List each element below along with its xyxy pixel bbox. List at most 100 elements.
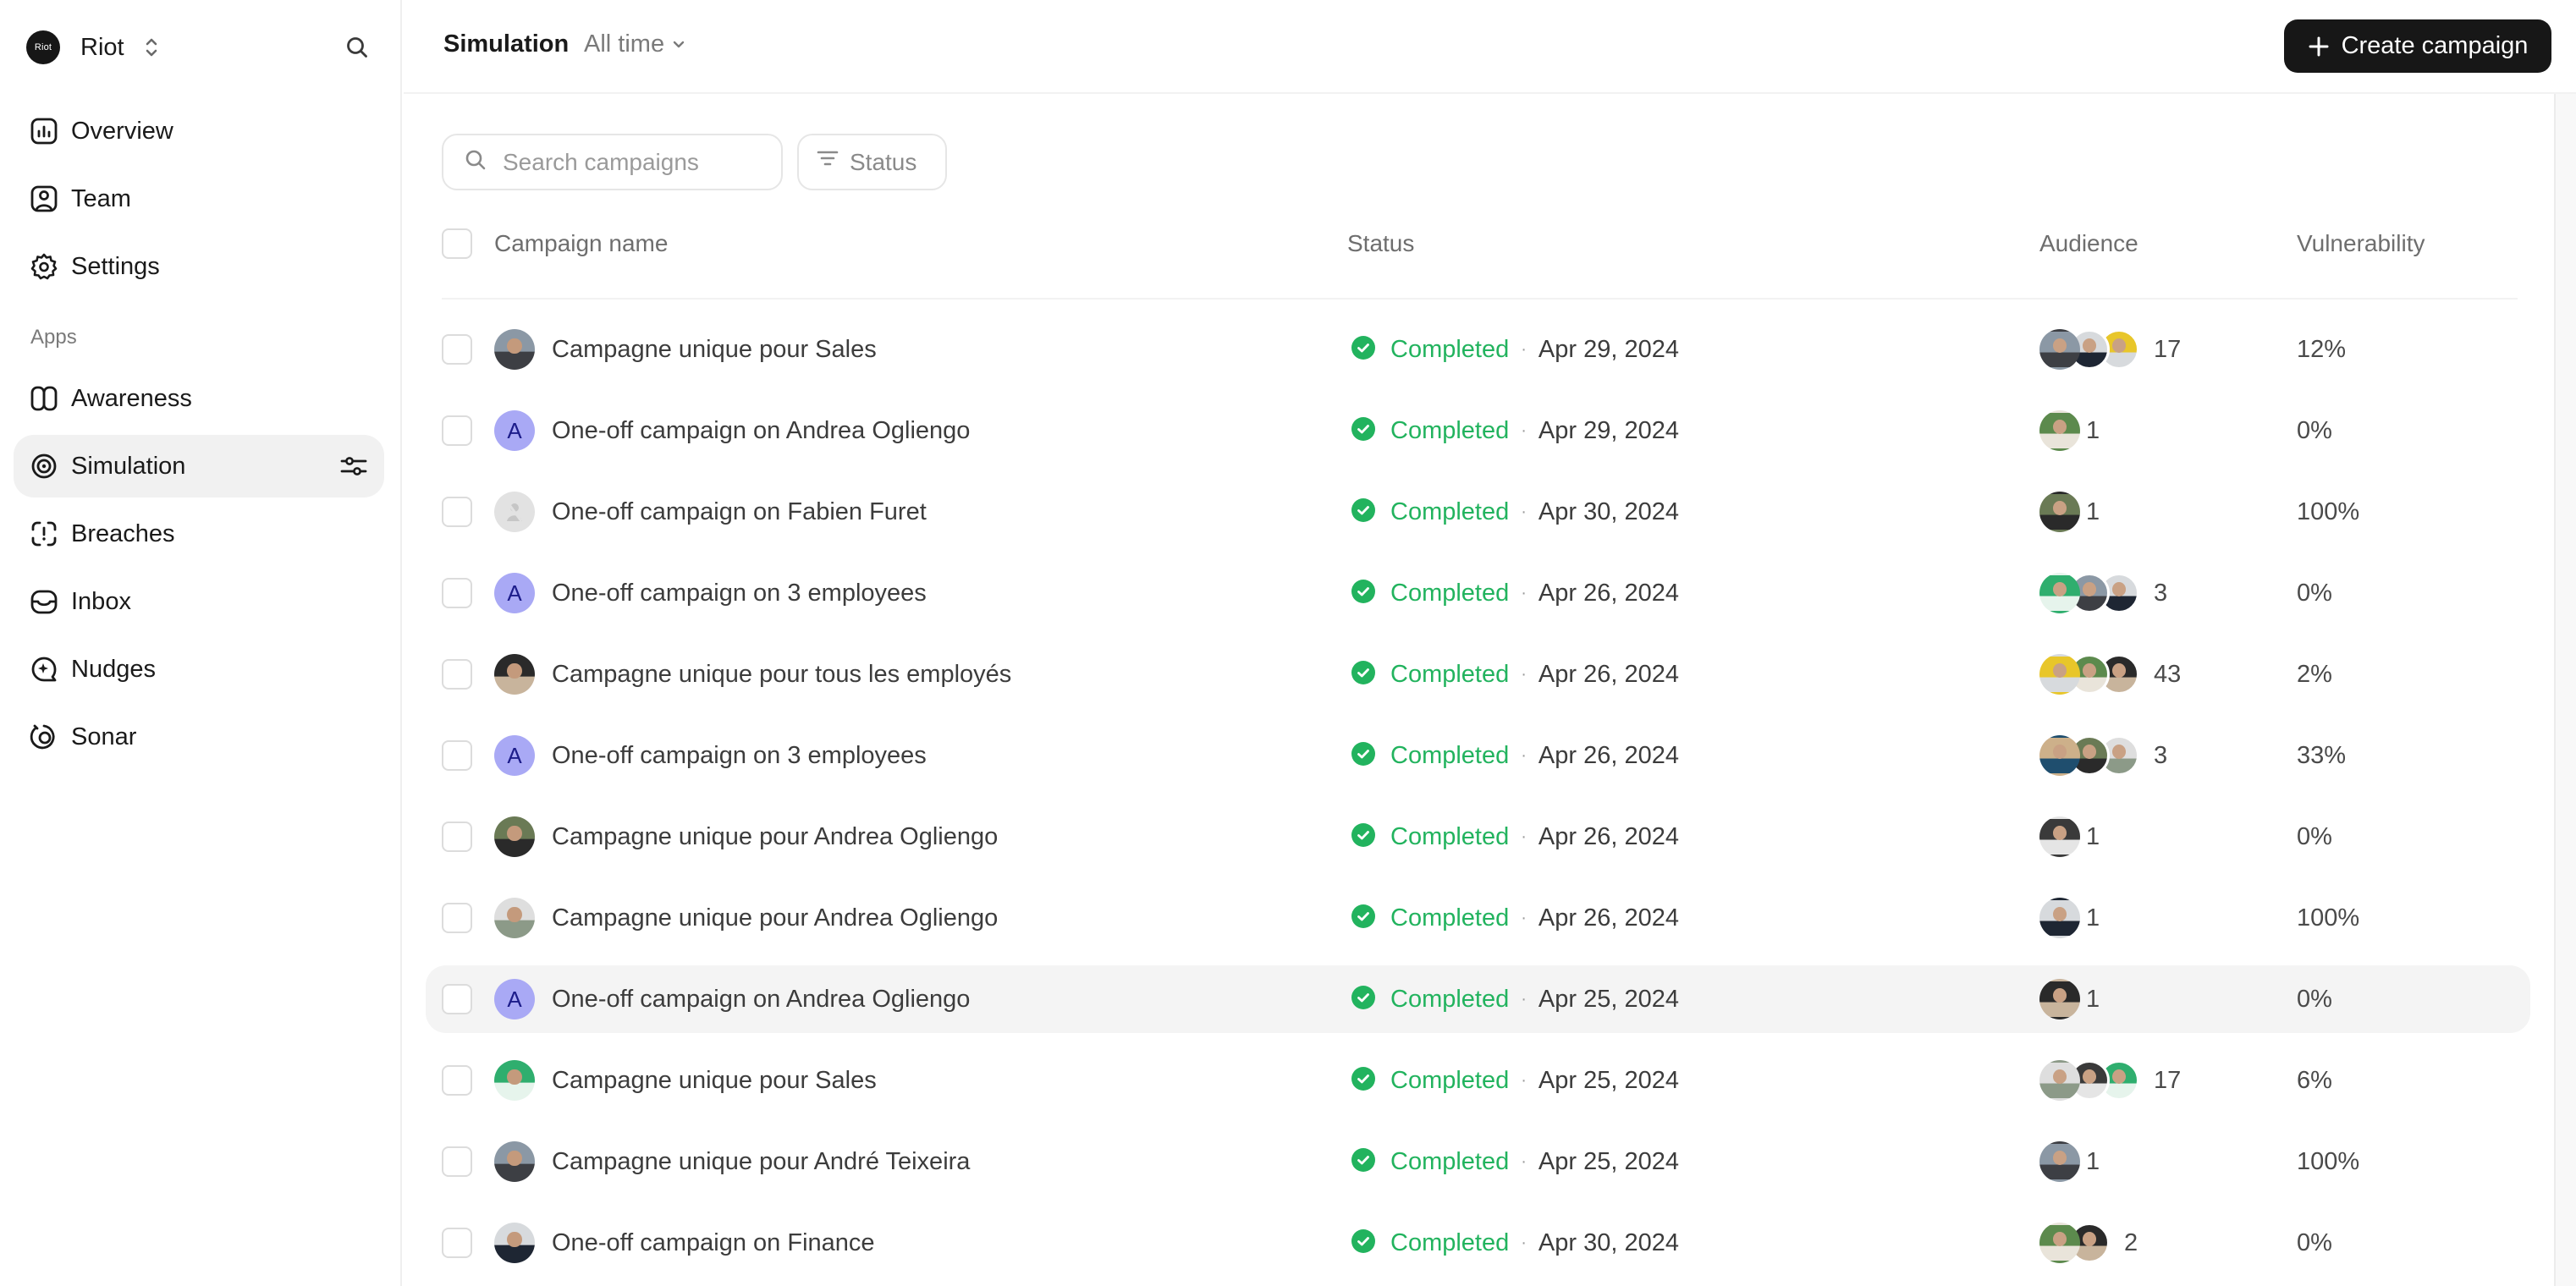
row-checkbox[interactable] bbox=[442, 984, 472, 1014]
row-checkbox[interactable] bbox=[442, 578, 472, 608]
table-row[interactable]: A One-off campaign on 3 employees Complete… bbox=[426, 722, 2530, 789]
column-header-vulnerability[interactable]: Vulnerability bbox=[2297, 228, 2425, 259]
audience-count: 43 bbox=[2154, 660, 2182, 688]
column-header-audience[interactable]: Audience bbox=[2039, 228, 2138, 259]
audience-cell[interactable]: 1 bbox=[2039, 492, 2100, 532]
book-icon bbox=[29, 383, 59, 414]
status-badge: Completed bbox=[1390, 1228, 1510, 1256]
check-circle-icon bbox=[1351, 822, 1375, 851]
row-checkbox[interactable] bbox=[442, 1228, 472, 1258]
audience-avatar bbox=[2039, 492, 2080, 532]
campaign-name[interactable]: Campagne unique pour Sales bbox=[552, 334, 877, 365]
campaign-name[interactable]: Campagne unique pour André Teixeira bbox=[552, 1146, 970, 1177]
audience-cell[interactable]: 1 bbox=[2039, 410, 2100, 451]
audience-avatar bbox=[2039, 816, 2080, 857]
time-range-select[interactable]: All time bbox=[584, 30, 686, 58]
check-circle-icon bbox=[1351, 741, 1375, 770]
sidebar-item-awareness[interactable]: Awareness bbox=[14, 367, 384, 430]
row-checkbox[interactable] bbox=[442, 1065, 472, 1096]
campaign-name[interactable]: One-off campaign on Finance bbox=[552, 1228, 875, 1258]
table-row[interactable]: Campagne unique pour Andrea Ogliengo Comp… bbox=[426, 803, 2530, 871]
audience-cell[interactable]: 17 bbox=[2039, 329, 2181, 370]
owner-avatar-initial: A bbox=[494, 735, 535, 776]
table-row[interactable]: One-off campaign on Fabien Furet Complete… bbox=[426, 478, 2530, 546]
row-checkbox[interactable] bbox=[442, 1146, 472, 1177]
status-cell: Completed · Apr 26, 2024 bbox=[1351, 578, 1679, 608]
audience-cell[interactable]: 17 bbox=[2039, 1060, 2181, 1101]
create-campaign-button[interactable]: Create campaign bbox=[2284, 19, 2551, 73]
status-cell: Completed · Apr 26, 2024 bbox=[1351, 659, 1679, 690]
status-filter-button[interactable]: Status bbox=[797, 134, 947, 190]
table-row[interactable]: One-off campaign on Finance Completed · Apr… bbox=[426, 1209, 2530, 1277]
sidebar-item-breaches[interactable]: Breaches bbox=[14, 503, 384, 565]
column-header-status[interactable]: Status bbox=[1347, 228, 1414, 259]
table-header-divider bbox=[442, 298, 2518, 300]
campaign-name[interactable]: Campagne unique pour Andrea Ogliengo bbox=[552, 822, 998, 852]
audience-avatar bbox=[2039, 573, 2080, 613]
row-checkbox[interactable] bbox=[442, 415, 472, 446]
status-badge: Completed bbox=[1390, 1066, 1510, 1094]
campaign-name[interactable]: One-off campaign on Andrea Ogliengo bbox=[552, 415, 970, 446]
table-row[interactable]: Campagne unique pour Sales Completed · Apr … bbox=[426, 316, 2530, 383]
status-filter-label: Status bbox=[850, 148, 917, 175]
search-icon[interactable] bbox=[342, 32, 372, 63]
table-row[interactable]: Campagne unique pour Sales Completed · Apr … bbox=[426, 1047, 2530, 1114]
page-title: Simulation bbox=[443, 30, 570, 58]
campaign-name[interactable]: One-off campaign on 3 employees bbox=[552, 578, 927, 608]
apps-section-label: Apps bbox=[30, 326, 77, 349]
face-shape bbox=[507, 1069, 522, 1085]
row-checkbox[interactable] bbox=[442, 903, 472, 933]
audience-cell[interactable]: 2 bbox=[2039, 1223, 2138, 1263]
column-header-campaign-name[interactable]: Campaign name bbox=[494, 228, 668, 259]
audience-cell[interactable]: 1 bbox=[2039, 898, 2100, 938]
audience-cell[interactable]: 43 bbox=[2039, 654, 2181, 695]
row-checkbox[interactable] bbox=[442, 822, 472, 852]
sidebar-item-overview[interactable]: Overview bbox=[14, 100, 384, 162]
workspace-switcher[interactable]: Riot Riot bbox=[26, 30, 160, 64]
sliders-icon[interactable] bbox=[339, 451, 369, 481]
table-row[interactable]: Campagne unique pour Andrea Ogliengo Comp… bbox=[426, 884, 2530, 952]
campaign-name[interactable]: Campagne unique pour Sales bbox=[552, 1065, 877, 1096]
status-cell: Completed · Apr 25, 2024 bbox=[1351, 1146, 1679, 1177]
select-all-checkbox[interactable] bbox=[442, 228, 472, 259]
table-row[interactable]: A One-off campaign on 3 employees Complete… bbox=[426, 559, 2530, 627]
campaign-name[interactable]: One-off campaign on Fabien Furet bbox=[552, 497, 927, 527]
scrollbar[interactable] bbox=[2554, 94, 2576, 1286]
table-row[interactable]: A One-off campaign on Andrea Ogliengo Comp… bbox=[426, 397, 2530, 464]
audience-count: 1 bbox=[2086, 1147, 2100, 1175]
campaign-name[interactable]: One-off campaign on Andrea Ogliengo bbox=[552, 984, 970, 1014]
face-shape bbox=[2112, 663, 2126, 679]
audience-cell[interactable]: 1 bbox=[2039, 979, 2100, 1019]
sidebar-item-inbox[interactable]: Inbox bbox=[14, 570, 384, 633]
sidebar-item-settings[interactable]: Settings bbox=[14, 235, 384, 298]
sidebar-item-label: Breaches bbox=[71, 519, 175, 547]
audience-cell[interactable]: 1 bbox=[2039, 1141, 2100, 1182]
sidebar-item-sonar[interactable]: Sonar bbox=[14, 706, 384, 768]
sidebar-item-label: Overview bbox=[71, 117, 173, 145]
row-checkbox[interactable] bbox=[442, 659, 472, 690]
audience-cell[interactable]: 1 bbox=[2039, 816, 2100, 857]
status-cell: Completed · Apr 29, 2024 bbox=[1351, 415, 1679, 446]
owner-avatar-initial: A bbox=[494, 410, 535, 451]
campaign-name[interactable]: Campagne unique pour Andrea Ogliengo bbox=[552, 903, 998, 933]
sidebar-item-simulation[interactable]: Simulation bbox=[14, 435, 384, 497]
vulnerability-value: 0% bbox=[2297, 417, 2332, 444]
table-row[interactable]: A One-off campaign on Andrea Ogliengo Comp… bbox=[426, 965, 2530, 1033]
row-checkbox[interactable] bbox=[442, 497, 472, 527]
search-campaigns-field[interactable] bbox=[442, 134, 783, 190]
audience-cell[interactable]: 3 bbox=[2039, 573, 2167, 613]
sidebar-item-team[interactable]: Team bbox=[14, 168, 384, 230]
row-checkbox[interactable] bbox=[442, 334, 472, 365]
row-checkbox[interactable] bbox=[442, 740, 472, 771]
table-row[interactable]: Campagne unique pour André Teixeira Compl… bbox=[426, 1128, 2530, 1195]
audience-cell[interactable]: 3 bbox=[2039, 735, 2167, 776]
chart-icon bbox=[29, 116, 59, 146]
check-circle-icon bbox=[1351, 335, 1375, 364]
sidebar-item-nudges[interactable]: Nudges bbox=[14, 638, 384, 701]
campaign-name[interactable]: One-off campaign on 3 employees bbox=[552, 740, 927, 771]
search-campaigns-input[interactable] bbox=[503, 148, 773, 176]
campaign-name[interactable]: Campagne unique pour tous les employés bbox=[552, 659, 1011, 690]
table-row[interactable]: Campagne unique pour tous les employés Co… bbox=[426, 640, 2530, 708]
owner-avatar-placeholder bbox=[494, 492, 535, 532]
status-badge: Completed bbox=[1390, 416, 1510, 444]
